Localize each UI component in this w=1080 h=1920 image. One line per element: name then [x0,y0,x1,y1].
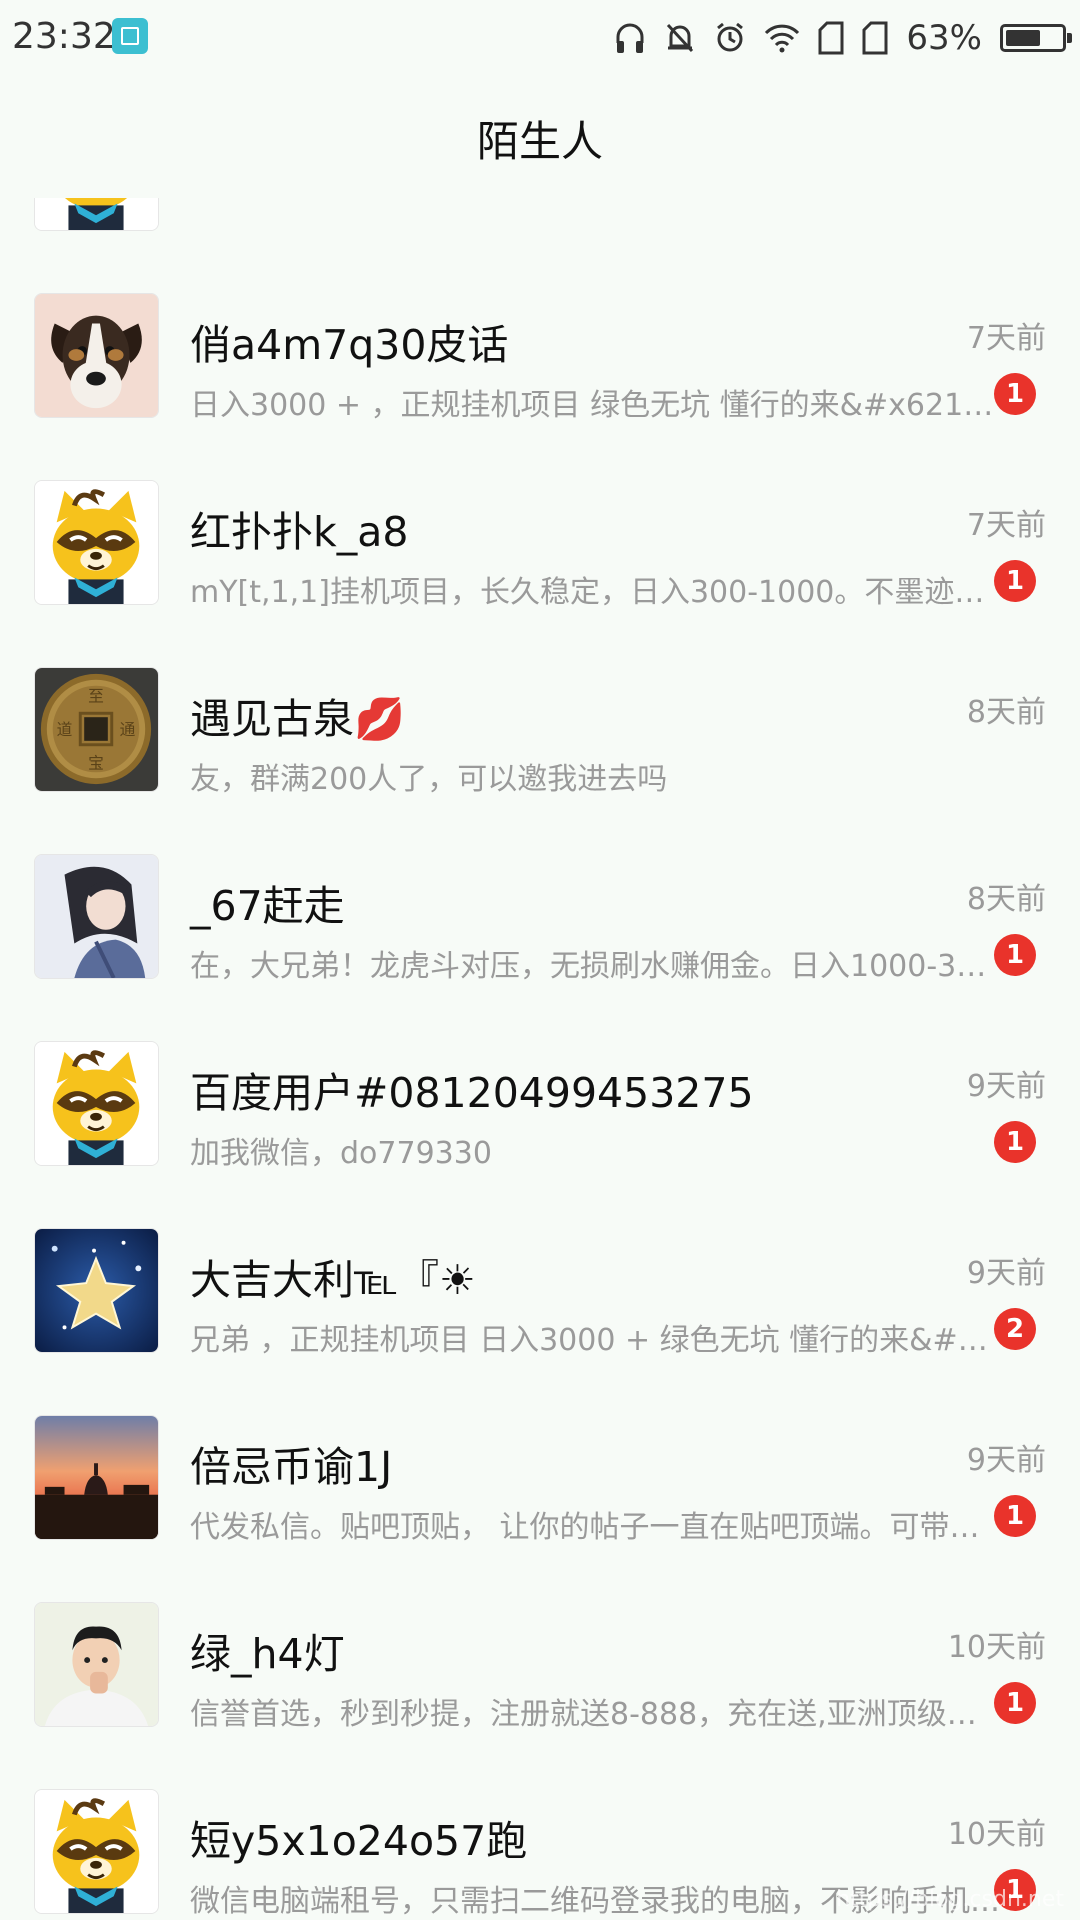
sim1-icon [818,21,844,55]
headphones-icon [614,21,646,55]
watermark: https://blog.csdn.net [836,1887,1064,1912]
conversation-name: 短y5x1o24o57跑 [190,1817,528,1865]
conversation-preview: 代发私信。贴吧顶贴， 让你的帖子一直在贴吧顶端。可带链接 [190,1510,1000,1545]
unread-badge: 1 [994,1495,1036,1537]
svg-text:通: 通 [120,720,136,739]
conversation-time: 9天前 [966,1069,1046,1104]
conversation-time: 7天前 [966,508,1046,543]
conversation-preview: 日入3000 + ，正规挂机项目 绿色无坑 懂行的来&#x6211;您 [190,388,1000,423]
svg-text:宝: 宝 [88,753,104,772]
battery-icon [1000,24,1072,52]
raccoon-avatar[interactable] [34,1789,159,1914]
conversation-name: 绿_h4灯 [190,1630,345,1678]
title-bar: 陌生人 [0,78,1080,198]
girl-avatar[interactable] [34,854,159,979]
conversation-row[interactable]: 红扑扑k_a8 7天前 mY[t,1,1]挂机项目，长久稳定，日入300-1000。… [0,450,1080,637]
star-avatar[interactable] [34,1228,159,1353]
conversation-name: 倍忌币谕1J [190,1443,393,1491]
conversation-list-inner: 俏a4m7q30皮话 7天前 日入3000 + ，正规挂机项目 绿色无坑 懂行的来&… [0,198,1080,1920]
screenshot-app-icon [112,18,148,54]
conversation-row[interactable]: 俏a4m7q30皮话 7天前日入3000 + ，正规挂机项目 绿色无坑 懂行的来&… [0,263,1080,450]
conversation-time: 8天前 [966,882,1046,917]
conversation-preview: 信誉首选，秒到秒提，注册就送8-888，充在送,亚洲顶级平台 [190,1697,1000,1732]
sim2-icon [862,21,888,55]
boy-avatar[interactable] [34,1602,159,1727]
conversation-row[interactable]: _67赶走 8天前在，大兄弟！龙虎斗对压，无损刷水赚佣金。日入1000-3000 1 [0,824,1080,1011]
status-bar: 23:32 63% [0,0,1080,78]
conversation-row[interactable]: 大吉大利℡『☀ 9天前兄弟 ，正规挂机项目 日入3000 + 绿色无坑 懂行的来&… [0,1198,1080,1385]
unread-badge: 1 [994,934,1036,976]
conversation-name: _67赶走 [190,882,345,930]
conversation-time: 9天前 [966,1256,1046,1291]
conversation-preview: mY[t,1,1]挂机项目，长久稳定，日入300-1000。不墨迹的来 [190,575,1000,610]
conversation-time: 8天前 [966,695,1046,730]
conversation-row[interactable]: 至宝道 通 遇见古泉💋 8天前友，群满200人了，可以邀我进去吗 [0,637,1080,824]
raccoon-avatar[interactable] [34,198,159,231]
conversation-name: 俏a4m7q30皮话 [190,321,509,369]
wifi-icon [764,23,800,53]
mute-bell-icon [664,21,696,55]
battery-level-fill [1006,30,1040,46]
conversation-preview: 加我微信，do779330 [190,1136,492,1171]
unread-badge: 1 [994,373,1036,415]
conversation-preview: 兄弟 ，正规挂机项目 日入3000 + 绿色无坑 懂行的来&#x6211; [190,1323,1000,1358]
conversation-name: 大吉大利℡『☀ [190,1256,476,1304]
svg-text:道: 道 [57,720,73,739]
raccoon-avatar[interactable] [34,1041,159,1166]
conversation-time: 9天前 [966,1443,1046,1478]
svg-text:至: 至 [88,686,104,705]
dog-avatar[interactable] [34,293,159,418]
conversation-row[interactable]: 倍忌币谕1J 9天前代发私信。贴吧顶贴， 让你的帖子一直在贴吧顶端。可带链接 1 [0,1385,1080,1572]
battery-percent: 63% [906,18,982,58]
conversation-row[interactable]: 百度用户#08120499453275 9天前加我微信，do779330 1 [0,1011,1080,1198]
conversation-name: 百度用户#08120499453275 [190,1069,754,1117]
conversation-name: 遇见古泉💋 [190,695,406,743]
conversation-time: 7天前 [966,321,1046,356]
unread-badge: 1 [994,1682,1036,1724]
coin-avatar[interactable]: 至宝道 通 [34,667,159,792]
conversation-name: 红扑扑k_a8 [190,508,409,556]
unread-badge: 2 [994,1308,1036,1350]
conversation-time: 10天前 [947,1817,1046,1852]
conversation-time: 10天前 [947,1630,1046,1665]
conversation-row[interactable] [0,198,1080,263]
status-time: 23:32 [12,16,116,57]
status-icons: 63% [614,14,1072,62]
alarm-icon [714,21,746,55]
unread-badge: 1 [994,560,1036,602]
conversation-preview: 在，大兄弟！龙虎斗对压，无损刷水赚佣金。日入1000-3000 [190,949,1000,984]
conversation-row[interactable]: 绿_h4灯 10天前信誉首选，秒到秒提，注册就送8-888，充在送,亚洲顶级平台 1 [0,1572,1080,1759]
raccoon-avatar[interactable] [34,480,159,605]
conversation-list[interactable]: 俏a4m7q30皮话 7天前 日入3000 + ，正规挂机项目 绿色无坑 懂行的来&… [0,198,1080,1920]
page-title: 陌生人 [476,116,603,166]
unread-badge: 1 [994,1121,1036,1163]
conversation-preview: 友，群满200人了，可以邀我进去吗 [190,762,668,797]
sunset-avatar[interactable] [34,1415,159,1540]
